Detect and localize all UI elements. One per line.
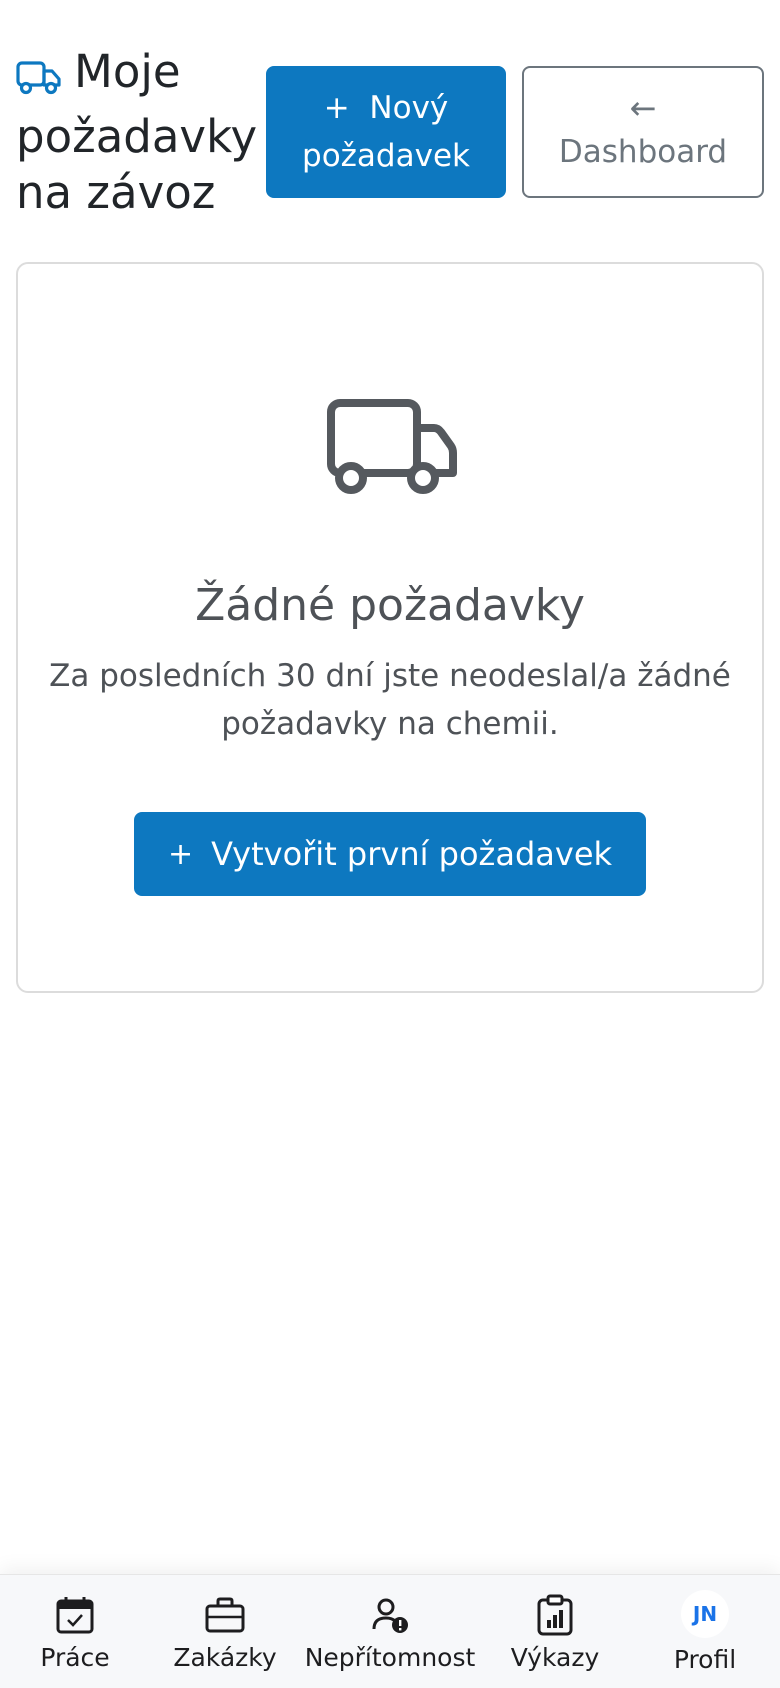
empty-state-title: Žádné požadavky	[195, 580, 585, 631]
page-header: Moje požadavky na závoz + Nový požadavek…	[16, 44, 764, 219]
briefcase-icon	[204, 1593, 246, 1637]
plus-icon: +	[323, 90, 350, 126]
nav-item-nepritomnost[interactable]: Nepřítomnost	[302, 1575, 478, 1688]
create-first-request-button[interactable]: + Vytvořit první požadavek	[134, 812, 646, 896]
nav-item-profil[interactable]: JN Profil	[646, 1575, 764, 1688]
nav-label: Práce	[40, 1643, 110, 1672]
dashboard-label: Dashboard	[558, 134, 728, 170]
nav-label: Nepřítomnost	[304, 1643, 476, 1672]
calendar-check-icon	[55, 1593, 95, 1637]
create-first-request-label: Vytvořit první požadavek	[211, 835, 613, 873]
new-request-button[interactable]: + Nový požadavek	[266, 66, 506, 198]
empty-state-text: Za posledních 30 dní jste neodeslal/a žá…	[49, 658, 731, 742]
nav-label: Zakázky	[173, 1643, 277, 1672]
clipboard-chart-icon	[536, 1593, 574, 1637]
plus-icon: +	[167, 836, 194, 872]
arrow-left-icon: ←	[629, 89, 657, 127]
nav-item-vykazy[interactable]: Výkazy	[496, 1575, 614, 1688]
empty-state-card: Žádné požadavky Za posledních 30 dní jst…	[16, 262, 764, 993]
truck-icon	[326, 398, 458, 506]
person-alert-icon	[370, 1593, 410, 1637]
dashboard-button[interactable]: ← Dashboard	[522, 66, 764, 198]
truck-icon	[16, 53, 62, 109]
nav-label: Výkazy	[510, 1643, 600, 1672]
nav-item-prace[interactable]: Práce	[16, 1575, 134, 1688]
bottom-navigation: Práce Zakázky Nepřítomnost Výkazy JN Pro…	[0, 1574, 780, 1688]
avatar: JN	[681, 1590, 729, 1638]
nav-label: Profil	[673, 1645, 737, 1674]
nav-item-zakazky[interactable]: Zakázky	[166, 1575, 284, 1688]
page-title: Moje požadavky na závoz	[16, 44, 266, 221]
